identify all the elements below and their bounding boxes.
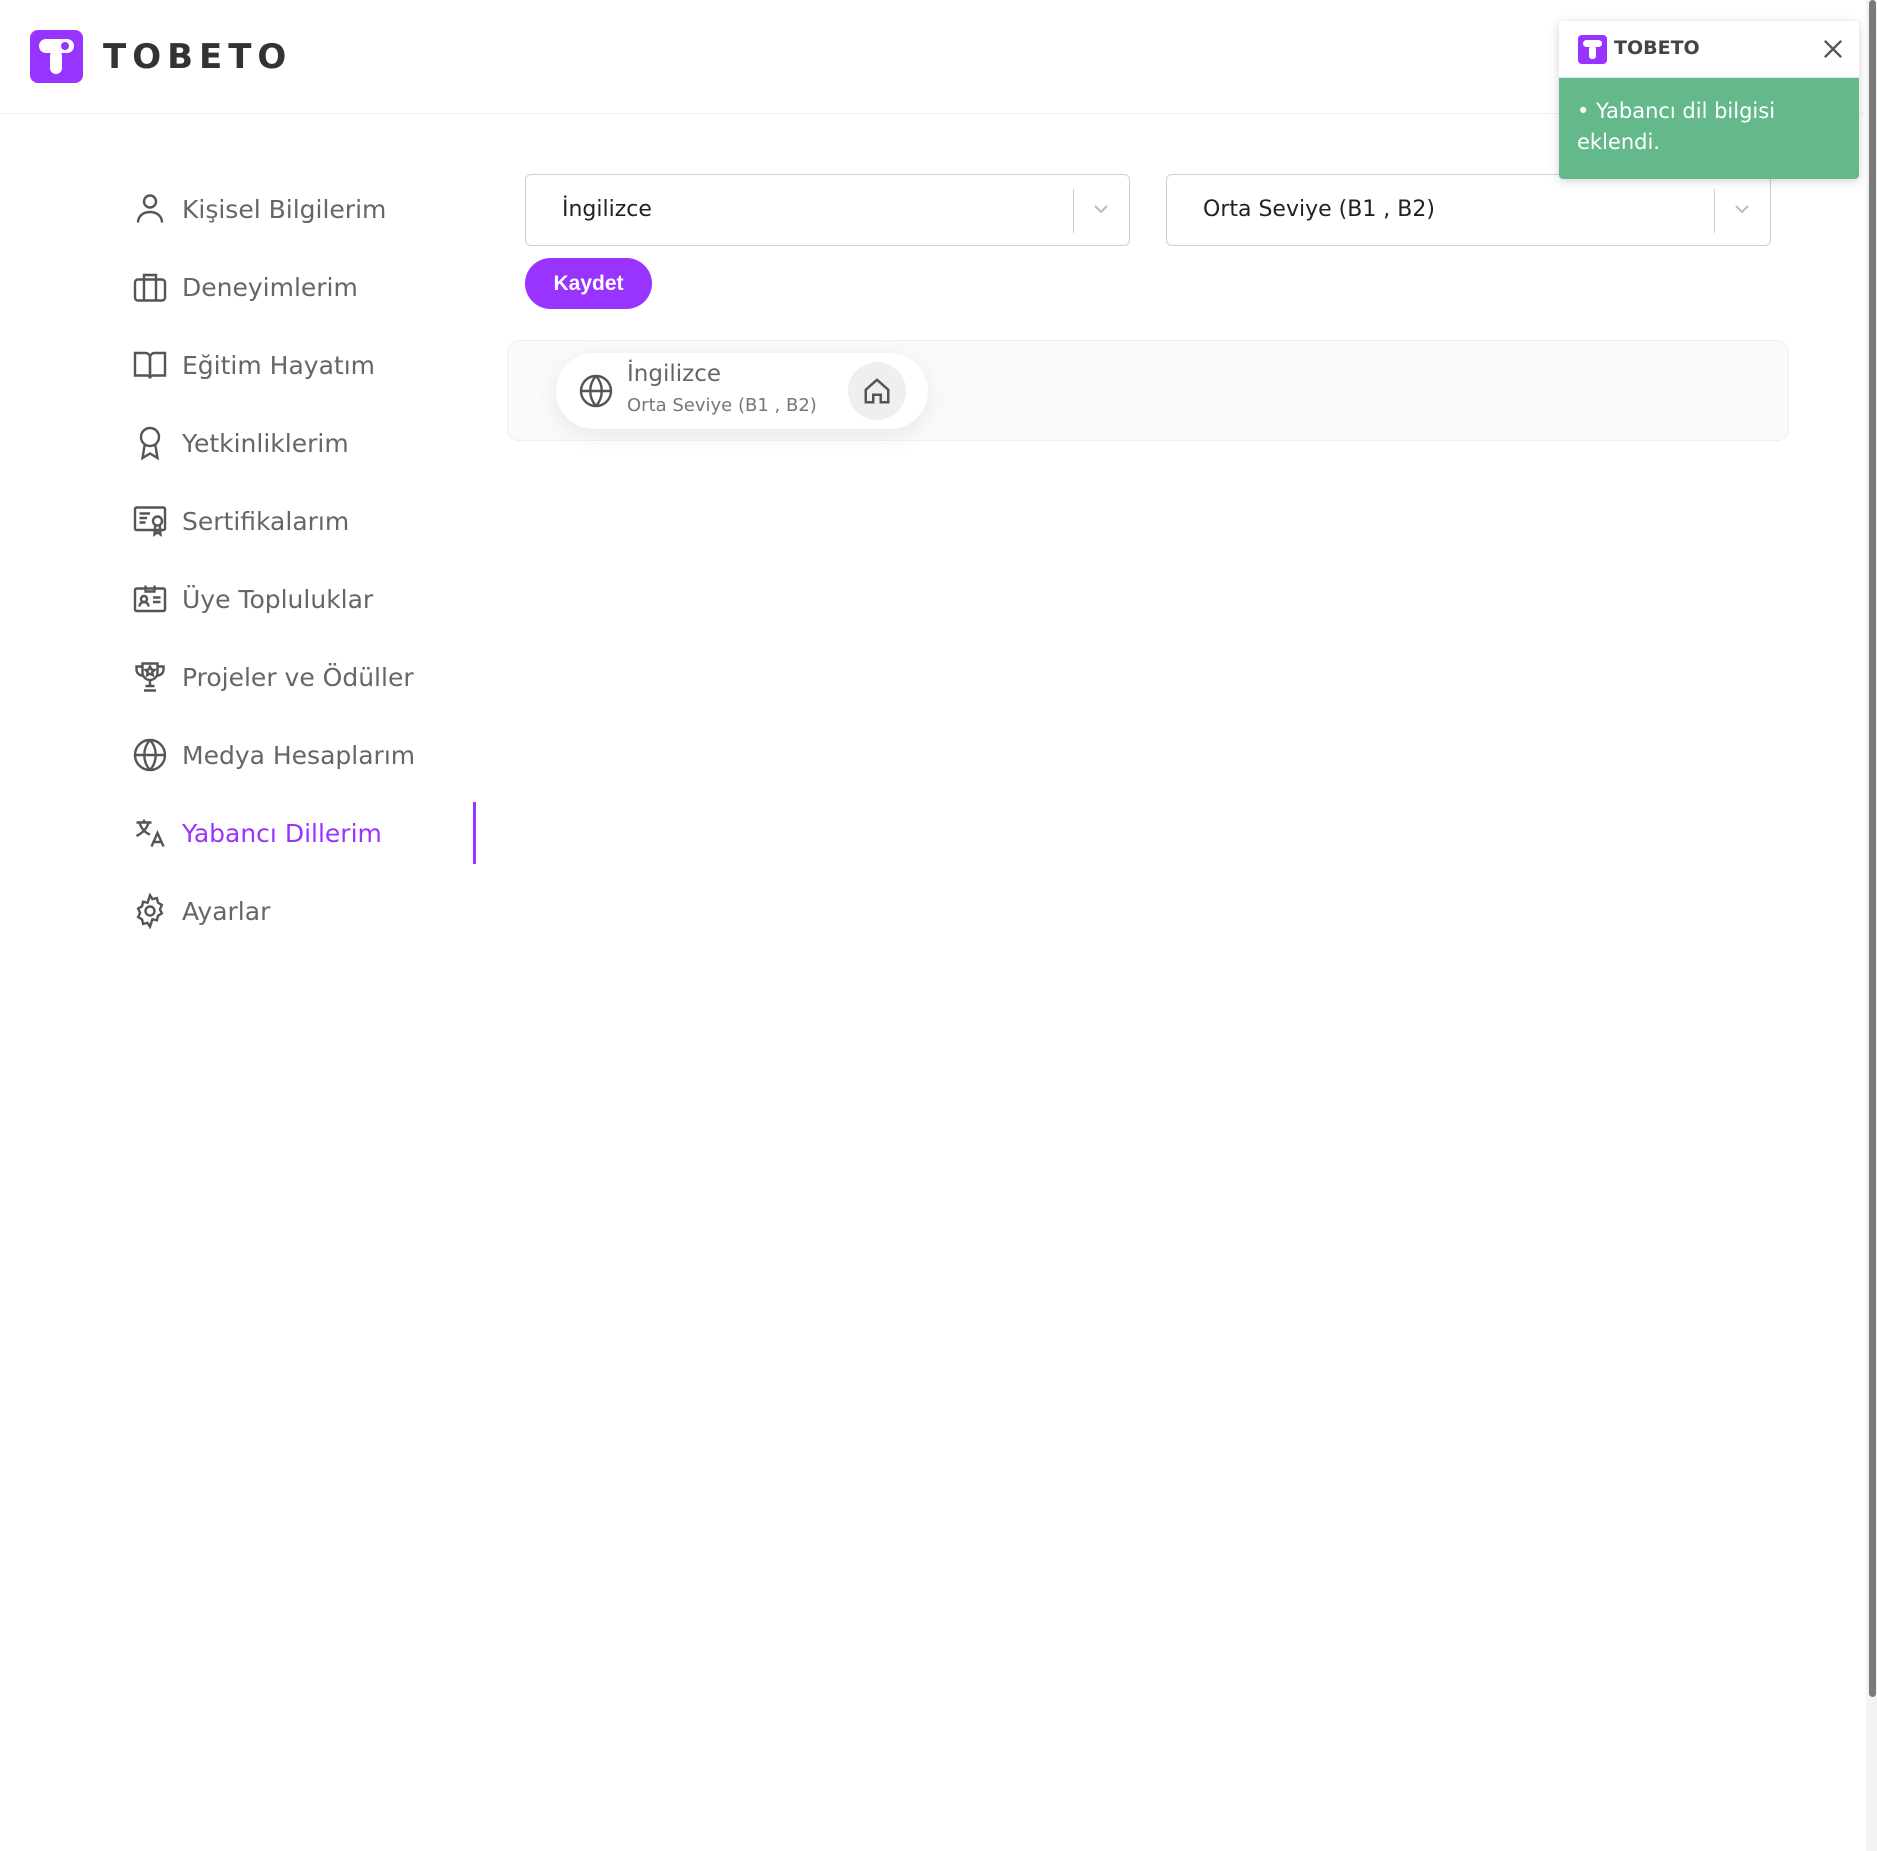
toast-message: • Yabancı dil bilgisi eklendi. xyxy=(1559,78,1859,179)
chevron-down-icon[interactable] xyxy=(1089,197,1113,221)
sidebar-item-label: Projeler ve Ödüller xyxy=(182,662,414,692)
sidebar-item-label: Yetkinliklerim xyxy=(182,428,349,458)
certificate-icon xyxy=(130,501,170,541)
language-card-action[interactable] xyxy=(848,362,906,420)
sidebar-item-label: Ayarlar xyxy=(182,896,271,926)
language-name: İngilizce xyxy=(627,361,721,387)
language-level: Orta Seviye (B1 , B2) xyxy=(627,395,817,416)
sidebar-item-media[interactable]: Medya Hesaplarım xyxy=(130,716,480,794)
sidebar-item-communities[interactable]: Üye Topluluklar xyxy=(130,560,480,638)
save-button[interactable]: Kaydet xyxy=(525,258,652,309)
toast-header: TOBETO xyxy=(1559,21,1859,78)
select-separator xyxy=(1714,189,1715,233)
scrollbar-thumb[interactable] xyxy=(1869,0,1876,1697)
id-card-icon xyxy=(130,579,170,619)
logo-text: TOBETO xyxy=(103,36,293,77)
sidebar-item-label: Sertifikalarım xyxy=(182,506,350,536)
book-icon xyxy=(130,345,170,385)
sidebar-item-settings[interactable]: Ayarlar xyxy=(130,872,480,950)
home-icon xyxy=(864,378,890,404)
translate-icon xyxy=(130,813,170,853)
language-list: İngilizce Orta Seviye (B1 , B2) xyxy=(507,340,1789,441)
active-indicator xyxy=(473,802,476,864)
sidebar-item-label: Yabancı Dillerim xyxy=(182,818,382,848)
sidebar-item-label: Medya Hesaplarım xyxy=(182,740,416,770)
language-card: İngilizce Orta Seviye (B1 , B2) xyxy=(556,353,928,429)
sidebar: Kişisel Bilgilerim Deneyimlerim Eğitim H… xyxy=(130,170,480,950)
award-icon xyxy=(130,423,170,463)
sidebar-item-projects[interactable]: Projeler ve Ödüller xyxy=(130,638,480,716)
level-select[interactable]: Orta Seviye (B1 , B2) xyxy=(1166,174,1771,246)
logo-icon xyxy=(1578,35,1607,64)
sidebar-item-skills[interactable]: Yetkinliklerim xyxy=(130,404,480,482)
sidebar-item-label: Üye Topluluklar xyxy=(182,584,374,614)
sidebar-item-certificates[interactable]: Sertifikalarım xyxy=(130,482,480,560)
briefcase-icon xyxy=(130,267,170,307)
sidebar-item-education[interactable]: Eğitim Hayatım xyxy=(130,326,480,404)
sidebar-item-label: Eğitim Hayatım xyxy=(182,350,375,380)
logo[interactable]: TOBETO xyxy=(30,30,292,83)
toast-notification: TOBETO • Yabancı dil bilgisi eklendi. xyxy=(1559,21,1859,179)
sidebar-item-experience[interactable]: Deneyimlerim xyxy=(130,248,480,326)
gear-icon xyxy=(130,891,170,931)
sidebar-item-label: Kişisel Bilgilerim xyxy=(182,194,387,224)
toast-title: TOBETO xyxy=(1614,37,1700,59)
language-select[interactable]: İngilizce xyxy=(525,174,1130,246)
sidebar-item-personal[interactable]: Kişisel Bilgilerim xyxy=(130,170,480,248)
globe-icon xyxy=(578,373,614,409)
chevron-down-icon[interactable] xyxy=(1730,197,1754,221)
trophy-icon xyxy=(130,657,170,697)
language-select-value: İngilizce xyxy=(562,197,652,222)
globe-icon xyxy=(130,735,170,775)
logo-icon xyxy=(30,30,83,83)
sidebar-item-label: Deneyimlerim xyxy=(182,272,358,302)
level-select-value: Orta Seviye (B1 , B2) xyxy=(1203,197,1435,222)
close-icon[interactable] xyxy=(1819,35,1847,63)
select-separator xyxy=(1073,189,1074,233)
user-icon xyxy=(130,189,170,229)
sidebar-item-languages[interactable]: Yabancı Dillerim xyxy=(130,794,480,872)
